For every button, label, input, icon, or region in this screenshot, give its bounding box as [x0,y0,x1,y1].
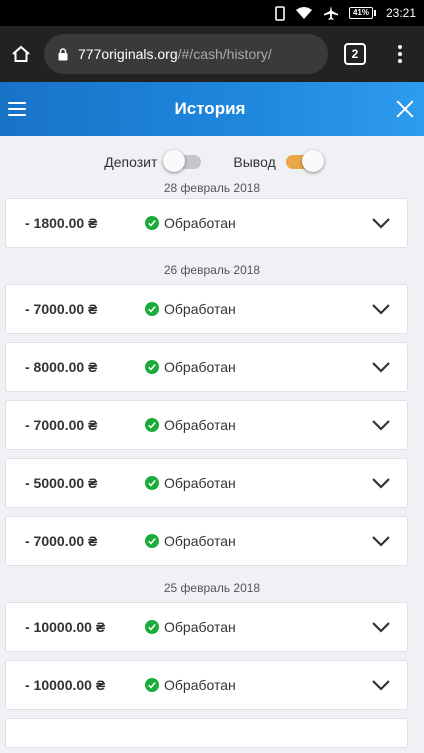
battery-level: 41% [348,7,373,19]
status-label: Обработан [164,619,236,635]
home-button[interactable] [8,41,34,67]
transaction-list: 28 февраль 2018 - 1800.00 ₴ Обработан 26 фе… [0,182,424,748]
chevron-down-icon[interactable] [371,475,391,491]
status-label: Обработан [164,359,236,375]
chevron-down-icon[interactable] [371,533,391,549]
transaction-amount: - 7000.00 ₴ [25,417,98,433]
transaction-amount: - 1800.00 ₴ [25,215,98,231]
date-group: 25 февраль 2018- 10000.00 ₴ Обработан - 10… [0,574,424,710]
date-header: 28 февраль 2018 [163,182,261,195]
check-circle-icon [145,620,159,634]
phone-icon [275,5,285,21]
tab-switcher-button[interactable]: 2 [344,43,366,65]
transaction-row-partial[interactable] [5,718,408,748]
date-header: 25 февраль 2018 [163,581,261,595]
status-label: Обработан [164,475,236,491]
deposit-switch[interactable] [163,150,202,172]
transaction-row[interactable]: - 7000.00 ₴ Обработан [5,516,408,566]
status-label: Обработан [164,301,236,317]
airplane-icon [323,5,339,21]
check-circle-icon [145,534,159,548]
check-circle-icon [145,360,159,374]
transaction-status: Обработан [145,301,236,317]
transaction-status: Обработан [145,677,236,693]
browser-toolbar: 777originals.org/#/cash/history/ 2 [0,26,424,82]
status-label: Обработан [164,533,236,549]
transaction-status: Обработан [145,619,236,635]
transaction-amount: - 7000.00 ₴ [25,301,98,317]
chevron-down-icon[interactable] [371,215,391,231]
home-icon [12,45,30,62]
transaction-status: Обработан [145,533,236,549]
withdraw-switch[interactable] [285,150,324,172]
check-circle-icon [145,216,159,230]
transaction-amount: - 5000.00 ₴ [25,475,98,491]
transaction-status: Обработан [145,359,236,375]
check-circle-icon [145,418,159,432]
deposit-label: Депозит [104,154,158,170]
chevron-down-icon[interactable] [371,301,391,317]
withdraw-label: Вывод [233,154,276,170]
transaction-row[interactable]: - 10000.00 ₴ Обработан [5,602,408,652]
transaction-row[interactable]: - 10000.00 ₴ Обработан [5,660,408,710]
status-label: Обработан [164,417,236,433]
deposit-toggle-group: Депозит [104,150,202,172]
transaction-amount: - 10000.00 ₴ [25,619,106,635]
wifi-icon [295,6,313,20]
transaction-amount: - 10000.00 ₴ [25,677,106,693]
menu-icon[interactable] [8,102,26,116]
chevron-down-icon[interactable] [371,359,391,375]
history-content: Депозит Вывод 28 февраль 2018 - 1800.00 ₴… [0,136,424,753]
check-circle-icon [145,302,159,316]
chevron-down-icon[interactable] [371,619,391,635]
date-group: 26 февраль 2018- 7000.00 ₴ Обработан - 800… [0,256,424,566]
transaction-row[interactable]: - 7000.00 ₴ Обработан [5,284,408,334]
transaction-status: Обработан [145,215,236,231]
url-host: 777originals.org [78,46,178,62]
transaction-row[interactable]: - 1800.00 ₴ Обработан [5,198,408,248]
browser-menu-button[interactable] [390,45,410,63]
status-bar: 41% 23:21 [0,0,424,26]
address-bar[interactable]: 777originals.org/#/cash/history/ [44,34,328,74]
transaction-status: Обработан [145,475,236,491]
status-label: Обработан [164,215,236,231]
battery-icon: 41% [348,7,376,19]
transaction-row[interactable]: - 8000.00 ₴ Обработан [5,342,408,392]
clock: 23:21 [385,6,416,20]
chevron-down-icon[interactable] [371,417,391,433]
transaction-row[interactable]: - 7000.00 ₴ Обработан [5,400,408,450]
close-icon[interactable] [394,98,416,120]
url-path: /#/cash/history/ [177,46,272,62]
date-group: 28 февраль 2018 - 1800.00 ₴ Обработан [0,182,424,248]
check-circle-icon [145,678,159,692]
lock-icon [58,47,68,60]
transaction-amount: - 7000.00 ₴ [25,533,98,549]
check-circle-icon [145,476,159,490]
withdraw-toggle-group: Вывод [233,150,324,172]
page-title: История [174,99,246,118]
app-header: История [0,82,424,136]
transaction-row[interactable]: - 5000.00 ₴ Обработан [5,458,408,508]
date-header: 26 февраль 2018 [163,263,261,277]
filter-toggles: Депозит Вывод [0,136,424,188]
chevron-down-icon[interactable] [371,677,391,693]
status-label: Обработан [164,677,236,693]
transaction-status: Обработан [145,417,236,433]
transaction-amount: - 8000.00 ₴ [25,359,98,375]
